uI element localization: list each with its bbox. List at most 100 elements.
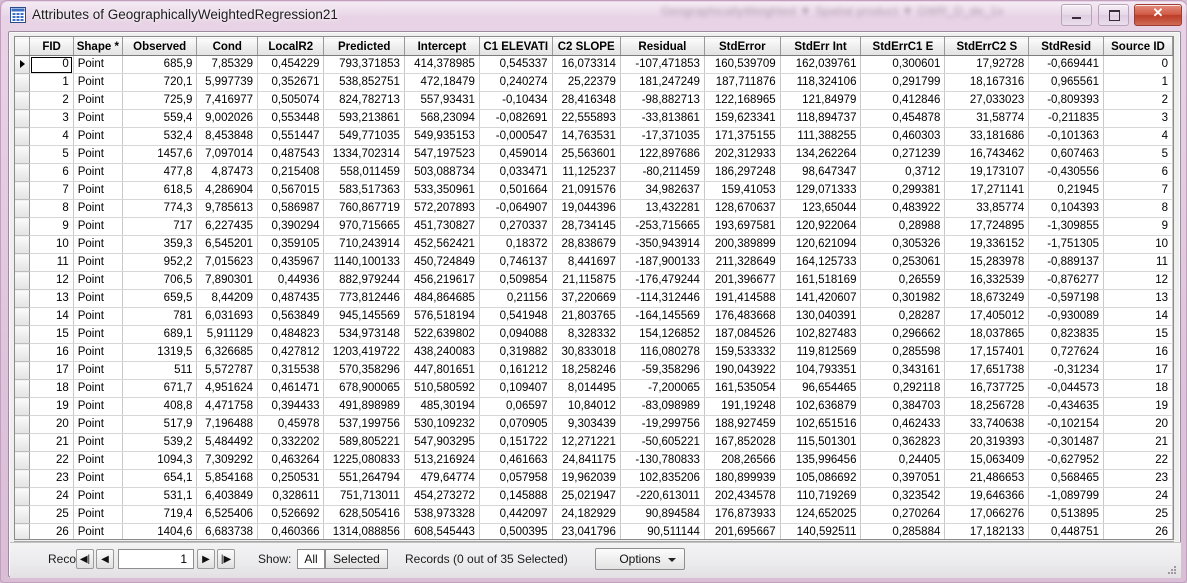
table-row[interactable]: 18 Point 671,7 4,951624 0,461471 678,900065 51…	[15, 379, 1173, 398]
table-cell[interactable]: Point	[73, 91, 123, 110]
table-cell[interactable]: 104,793351	[780, 361, 862, 380]
table-cell[interactable]: 102,835206	[620, 469, 705, 488]
row-selector-cell[interactable]	[15, 505, 31, 524]
table-cell[interactable]: 111,388255	[780, 127, 862, 146]
maximize-button[interactable]	[1097, 4, 1129, 26]
row-selector-cell[interactable]	[15, 415, 31, 434]
table-cell[interactable]: 22,555893	[552, 109, 621, 128]
table-cell[interactable]: 12,271221	[552, 433, 621, 452]
table-cell[interactable]: 0,250531	[257, 469, 325, 488]
table-cell[interactable]: 26	[29, 523, 74, 539]
table-cell[interactable]: 0,45978	[257, 415, 325, 434]
table-cell[interactable]: 0,483922	[860, 199, 946, 218]
table-cell[interactable]: 118,324106	[780, 73, 862, 92]
table-cell[interactable]: -130,780833	[620, 451, 705, 470]
row-selector-cell[interactable]	[15, 343, 31, 362]
table-cell[interactable]: 0,215408	[257, 163, 325, 182]
table-row[interactable]: 7 Point 618,5 4,286904 0,567015 583,517363 533…	[15, 181, 1173, 200]
table-cell[interactable]: 408,8	[122, 397, 198, 416]
table-cell[interactable]: 21,803765	[552, 307, 621, 326]
table-cell[interactable]: 128,670637	[704, 199, 781, 218]
table-cell[interactable]: 539,2	[122, 433, 198, 452]
table-cell[interactable]: -220,613011	[620, 487, 705, 506]
column-header-stderrc2-s[interactable]: StdErrC2 S	[944, 37, 1030, 56]
table-cell[interactable]: 5	[1103, 145, 1173, 164]
table-cell[interactable]: 28,838679	[552, 235, 621, 254]
table-cell[interactable]: 123,65044	[780, 199, 862, 218]
table-cell[interactable]: 0,435967	[257, 253, 325, 272]
table-cell[interactable]: 27,033023	[944, 91, 1030, 110]
table-cell[interactable]: 18,037865	[944, 325, 1030, 344]
table-cell[interactable]: 0,384703	[860, 397, 946, 416]
table-cell[interactable]: 583,517363	[323, 181, 405, 200]
table-cell[interactable]: 450,724849	[404, 253, 480, 272]
table-cell[interactable]: 140,592511	[780, 523, 862, 539]
table-cell[interactable]: 33,740638	[944, 415, 1030, 434]
table-cell[interactable]: 559,4	[122, 109, 198, 128]
table-cell[interactable]: 0,296662	[860, 325, 946, 344]
table-cell[interactable]: 0,145888	[479, 487, 553, 506]
table-cell[interactable]: 7	[29, 181, 74, 200]
table-cell[interactable]: 141,420607	[780, 289, 862, 308]
table-cell[interactable]: Point	[73, 433, 123, 452]
table-cell[interactable]: -0,889137	[1028, 253, 1104, 272]
table-cell[interactable]: 4,286904	[196, 181, 259, 200]
table-cell[interactable]: Point	[73, 217, 123, 236]
table-cell[interactable]: 24	[1103, 487, 1173, 506]
table-cell[interactable]: -1,089799	[1028, 487, 1104, 506]
table-cell[interactable]: 0,315538	[257, 361, 325, 380]
table-cell[interactable]: 725,9	[122, 91, 198, 110]
table-cell[interactable]: 447,801651	[404, 361, 480, 380]
table-cell[interactable]: 4,87473	[196, 163, 259, 182]
table-cell[interactable]: 717	[122, 217, 198, 236]
table-cell[interactable]: 547,197523	[404, 145, 480, 164]
table-cell[interactable]: 9	[29, 217, 74, 236]
table-cell[interactable]: 18,673249	[944, 289, 1030, 308]
table-cell[interactable]: 8	[1103, 199, 1173, 218]
table-cell[interactable]: 16	[29, 343, 74, 362]
table-cell[interactable]: 0,460366	[257, 523, 325, 539]
table-cell[interactable]: 6,545201	[196, 235, 259, 254]
table-cell[interactable]: 0,586987	[257, 199, 325, 218]
table-cell[interactable]: Point	[73, 109, 123, 128]
table-row[interactable]: 8 Point 774,3 9,785613 0,586987 760,867719 572…	[15, 199, 1173, 218]
table-row[interactable]: 9 Point 717 6,227435 0,390294 970,715665 451,7…	[15, 217, 1173, 236]
table-cell[interactable]: 0,487435	[257, 289, 325, 308]
table-cell[interactable]: 0,352671	[257, 73, 325, 92]
table-cell[interactable]: -0,31234	[1028, 361, 1104, 380]
table-cell[interactable]: 124,652025	[780, 505, 862, 524]
column-header-observed[interactable]: Observed	[122, 37, 198, 56]
table-row[interactable]: 26 Point 1404,6 6,683738 0,460366 1314,088856…	[15, 523, 1173, 539]
table-cell[interactable]: 0,463264	[257, 451, 325, 470]
table-cell[interactable]: Point	[73, 469, 123, 488]
table-cell[interactable]: 33,181686	[944, 127, 1030, 146]
table-cell[interactable]: 1	[1103, 73, 1173, 92]
table-cell[interactable]: 0,563849	[257, 307, 325, 326]
table-cell[interactable]: 0,06597	[479, 397, 553, 416]
table-cell[interactable]: 0,461663	[479, 451, 553, 470]
table-cell[interactable]: 0,28988	[860, 217, 946, 236]
table-cell[interactable]: 0,323542	[860, 487, 946, 506]
table-cell[interactable]: 21,486653	[944, 469, 1030, 488]
table-cell[interactable]: 7,097014	[196, 145, 259, 164]
table-cell[interactable]: 201,396677	[704, 271, 781, 290]
table-cell[interactable]: 16,332539	[944, 271, 1030, 290]
column-header-c1-elevati[interactable]: C1 ELEVATI	[479, 37, 553, 56]
table-cell[interactable]: 0,332202	[257, 433, 325, 452]
table-cell[interactable]: 5,997739	[196, 73, 259, 92]
table-cell[interactable]: 191,19248	[704, 397, 781, 416]
column-header-residual[interactable]: Residual	[620, 37, 705, 56]
table-cell[interactable]: 15	[1103, 325, 1173, 344]
table-cell[interactable]: Point	[73, 235, 123, 254]
table-cell[interactable]: 7,416977	[196, 91, 259, 110]
table-cell[interactable]: Point	[73, 397, 123, 416]
table-cell[interactable]: 0,823835	[1028, 325, 1104, 344]
table-cell[interactable]: 0,513895	[1028, 505, 1104, 524]
row-selector-cell[interactable]	[15, 433, 31, 452]
row-selector-cell[interactable]	[15, 361, 31, 380]
table-cell[interactable]: 16	[1103, 343, 1173, 362]
table-cell[interactable]: 5,854168	[196, 469, 259, 488]
table-row[interactable]: 12 Point 706,5 7,890301 0,44936 882,979244 456…	[15, 271, 1173, 290]
table-cell[interactable]: 19	[1103, 397, 1173, 416]
table-cell[interactable]: 537,199756	[323, 415, 405, 434]
